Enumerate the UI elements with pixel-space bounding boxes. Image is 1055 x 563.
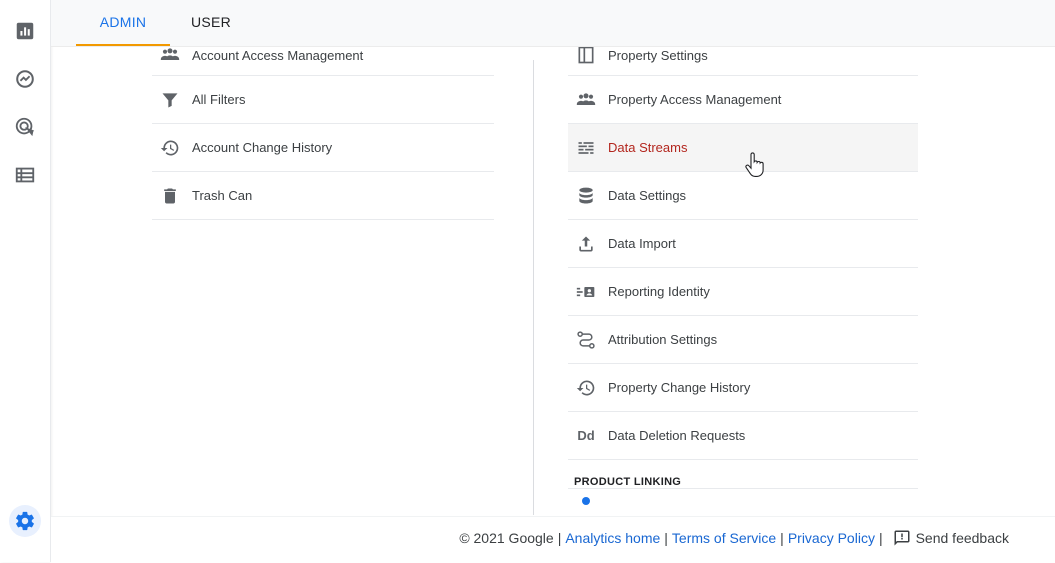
menu-item-label: Trash Can bbox=[192, 188, 253, 203]
advertising-icon[interactable] bbox=[9, 111, 41, 143]
send-feedback-button[interactable]: Send feedback bbox=[916, 530, 1009, 546]
feedback-icon[interactable] bbox=[893, 529, 911, 547]
menu-item-label: Account Access Management bbox=[192, 47, 364, 63]
menu-item-data-streams[interactable]: Data Streams bbox=[568, 124, 918, 172]
filter-icon bbox=[156, 90, 184, 110]
menu-item-all-filters[interactable]: All Filters bbox=[152, 76, 494, 124]
menu-item-attribution-settings[interactable]: Attribution Settings bbox=[568, 316, 918, 364]
history-icon bbox=[156, 138, 184, 158]
menu-item-account-access-management[interactable]: Account Access Management bbox=[152, 47, 494, 76]
menu-item-data-import[interactable]: Data Import bbox=[568, 220, 918, 268]
menu-item-label: Property Settings bbox=[608, 47, 708, 63]
copyright-text: © 2021 Google bbox=[459, 530, 554, 546]
link-icon bbox=[582, 497, 590, 505]
footer-separator: | bbox=[878, 530, 883, 546]
menu-item-label: Reporting Identity bbox=[608, 284, 710, 299]
admin-gear-icon[interactable] bbox=[9, 505, 41, 537]
menu-item-trash-can[interactable]: Trash Can bbox=[152, 172, 494, 220]
menu-item-property-settings[interactable]: Property Settings bbox=[568, 47, 918, 76]
tab-admin[interactable]: ADMIN bbox=[76, 0, 170, 46]
explore-icon[interactable] bbox=[9, 63, 41, 95]
menu-item-label: Account Change History bbox=[192, 140, 333, 155]
menu-item-label: Data Deletion Requests bbox=[608, 428, 746, 443]
dd-icon: Dd bbox=[577, 428, 595, 443]
tab-user[interactable]: USER bbox=[186, 0, 236, 46]
menu-item-label: All Filters bbox=[192, 92, 246, 107]
menu-item-label: Data Import bbox=[608, 236, 676, 251]
nav-rail bbox=[0, 0, 51, 562]
privacy-policy-link[interactable]: Privacy Policy bbox=[788, 530, 875, 546]
menu-item-property-access-management[interactable]: Property Access Management bbox=[568, 76, 918, 124]
people-icon bbox=[572, 90, 600, 110]
property-column: Property Settings Property Access Manage… bbox=[568, 47, 918, 505]
footer-links: © 2021 Google | Analytics home | Terms o… bbox=[459, 529, 1009, 547]
column-divider bbox=[533, 60, 534, 515]
footer-separator: | bbox=[557, 530, 562, 546]
account-column: Account Access Management All Filters Ac… bbox=[152, 47, 494, 220]
partial-list-item bbox=[568, 489, 918, 505]
configure-icon[interactable] bbox=[9, 159, 41, 191]
attribution-icon bbox=[572, 330, 600, 350]
menu-item-reporting-identity[interactable]: Reporting Identity bbox=[568, 268, 918, 316]
menu-item-label: Attribution Settings bbox=[608, 332, 718, 347]
reporting-identity-icon bbox=[572, 282, 600, 302]
analytics-home-link[interactable]: Analytics home bbox=[565, 530, 660, 546]
menu-item-label: Property Access Management bbox=[608, 92, 782, 107]
menu-item-data-deletion-requests[interactable]: Dd Data Deletion Requests bbox=[568, 412, 918, 460]
history-icon bbox=[572, 378, 600, 398]
mouse-pointer-icon bbox=[745, 152, 765, 178]
upload-icon bbox=[572, 234, 600, 254]
menu-item-account-change-history[interactable]: Account Change History bbox=[152, 124, 494, 172]
menu-item-label: Data Streams bbox=[608, 140, 688, 155]
menu-item-property-change-history[interactable]: Property Change History bbox=[568, 364, 918, 412]
section-heading-product-linking: PRODUCT LINKING bbox=[568, 460, 918, 489]
footer: © 2021 Google | Analytics home | Terms o… bbox=[51, 516, 1055, 563]
terms-of-service-link[interactable]: Terms of Service bbox=[672, 530, 776, 546]
menu-item-label: Data Settings bbox=[608, 188, 687, 203]
trash-icon bbox=[156, 186, 184, 206]
reports-icon[interactable] bbox=[9, 15, 41, 47]
data-streams-icon bbox=[572, 138, 600, 158]
footer-separator: | bbox=[664, 530, 668, 546]
menu-item-label: Property Change History bbox=[608, 380, 751, 395]
menu-item-data-settings[interactable]: Data Settings bbox=[568, 172, 918, 220]
people-icon bbox=[156, 47, 184, 65]
property-icon bbox=[572, 47, 600, 65]
admin-tab-bar: ADMIN USER bbox=[51, 0, 1055, 47]
footer-separator: | bbox=[780, 530, 784, 546]
database-icon bbox=[572, 186, 600, 206]
